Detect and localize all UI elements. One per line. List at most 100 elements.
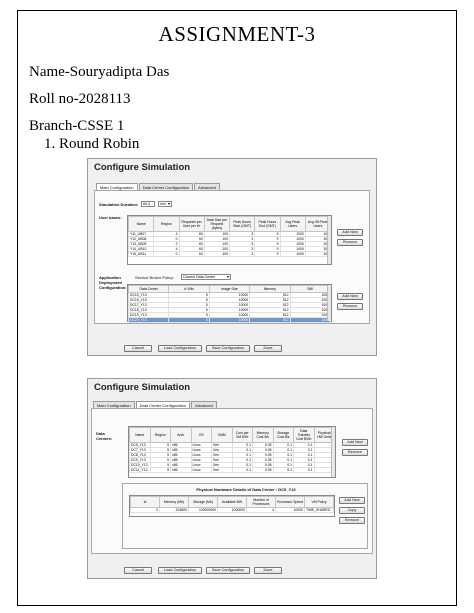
table-cell[interactable]: 0: [130, 507, 160, 513]
column-header: Processor Speed: [275, 496, 305, 508]
deployment-label: Configuration:: [99, 285, 127, 290]
table-cell[interactable]: 512: [249, 317, 291, 323]
copy-hardware-button[interactable]: Copy: [339, 507, 365, 514]
simulation-duration-label: Simulation Duration:: [99, 202, 139, 207]
done-button[interactable]: Done: [254, 345, 282, 352]
table-header-row: Data Center # VMs Image Size Memory BW: [127, 285, 332, 293]
column-header: Peak Hours End (GMT): [254, 216, 281, 232]
table-cell[interactable]: 204800: [159, 507, 189, 513]
column-header: Memory (Mb): [159, 496, 189, 508]
table-cell[interactable]: 1000000: [217, 507, 247, 513]
service-broker-select[interactable]: Closest Data Center: [181, 274, 231, 280]
user-bases-table[interactable]: Name Region Requests per User per Hr Dat…: [127, 215, 332, 265]
table-scrollbar[interactable]: [327, 285, 331, 321]
remove-user-base-button[interactable]: Remove: [337, 239, 363, 246]
load-configuration-button[interactable]: Load Configuration: [158, 567, 202, 574]
table-cell[interactable]: 0.1: [272, 467, 294, 473]
table-cell[interactable]: 0.1: [293, 467, 315, 473]
column-header: Name: [129, 427, 151, 443]
add-hardware-button[interactable]: Add New: [339, 497, 365, 504]
column-header: Id: [130, 496, 160, 508]
table-cell[interactable]: 9: [254, 251, 281, 257]
column-header: Avg Peak Users: [279, 216, 306, 232]
column-header: Cost per VM $/Hr: [231, 427, 253, 443]
name-line: Name-Souryadipta Das: [29, 64, 170, 80]
table-scrollbar[interactable]: [331, 427, 335, 477]
column-header: # VMs: [168, 285, 210, 293]
data-centers-label: Centers:: [96, 436, 113, 441]
column-header: Image Size: [208, 285, 251, 293]
save-configuration-button[interactable]: Save Configuration: [206, 345, 250, 352]
column-header: Region: [153, 216, 180, 232]
remove-data-center-button[interactable]: Remove: [342, 449, 368, 456]
physical-hardware-table[interactable]: Id Memory (Mb) Storage (Mb) Available BW…: [129, 495, 335, 517]
save-configuration-button[interactable]: Save Configuration: [206, 567, 250, 574]
window-header: Configure Simulation: [94, 162, 191, 173]
data-centers-table[interactable]: Name Region Arch OS VMM Cost per VM $/Hr…: [128, 426, 336, 478]
table-cell[interactable]: 0: [153, 251, 180, 257]
table-cell[interactable]: 0.05: [252, 467, 274, 473]
simulation-duration-input[interactable]: 60.0: [141, 201, 155, 207]
table-cell[interactable]: 4: [246, 507, 276, 513]
column-header: Memory Cost $/s: [252, 427, 274, 443]
table-cell[interactable]: Linux: [190, 467, 212, 473]
list-item-number: 1.: [44, 136, 56, 152]
column-header: Requests per User per Hr: [178, 216, 205, 232]
table-cell[interactable]: DC10_Y13: [129, 462, 151, 468]
list-item-text: Round Robin: [59, 136, 140, 152]
column-header: Peak Hours Start (GMT): [228, 216, 256, 232]
service-broker-label: Service Broker Policy:: [135, 275, 175, 280]
data-center-configuration-panel: Data Centers: Name Region Arch OS VMM Co…: [91, 408, 373, 554]
column-header: Data Center: [127, 285, 170, 293]
branch-line: Branch-CSSE 1: [29, 118, 125, 134]
column-header: Storage (Mb): [188, 496, 218, 508]
table-cell[interactable]: 1000: [289, 317, 332, 323]
column-header: Memory: [249, 285, 291, 293]
column-header: Data Transfer Cost $/Gb: [293, 427, 315, 443]
table-cell[interactable]: Xen: [211, 467, 233, 473]
column-header: BW: [289, 285, 332, 293]
duration-unit-select[interactable]: min: [158, 201, 172, 207]
table-cell[interactable]: 1000: [279, 251, 306, 257]
table-scrollbar[interactable]: [327, 216, 331, 264]
table-row[interactable]: DC11_Y135x86LinuxXen0.10.050.10.11: [129, 467, 335, 473]
cancel-button[interactable]: Cancel: [124, 567, 152, 574]
page-title: ASSIGNMENT-3: [158, 22, 316, 46]
table-cell[interactable]: x86: [170, 467, 192, 473]
table-cell[interactable]: DC11_Y13: [129, 467, 151, 473]
column-header: Number of Processors: [246, 496, 276, 508]
table-cell[interactable]: 0.1: [231, 467, 253, 473]
table-cell[interactable]: 60: [178, 251, 205, 257]
configure-simulation-window-datacenter: Configure Simulation Main Configuration …: [87, 378, 377, 579]
table-cell[interactable]: 5: [149, 467, 171, 473]
user-bases-label: User bases:: [99, 215, 122, 220]
cancel-button[interactable]: Cancel: [124, 345, 152, 352]
configure-simulation-window-main: Configure Simulation Main Configuration …: [87, 158, 377, 356]
table-cell[interactable]: 10000: [275, 507, 305, 513]
add-deployment-button[interactable]: Add New: [337, 293, 363, 300]
table-row[interactable]: Y15_UB11060100391000100: [127, 251, 332, 257]
table-row-selected[interactable]: DC20_Y13 5 10000 512 1000: [127, 317, 332, 323]
table-cell[interactable]: Y15_UB11: [127, 251, 155, 257]
remove-hardware-button[interactable]: Remove: [339, 517, 365, 524]
load-configuration-button[interactable]: Load Configuration: [158, 345, 202, 352]
remove-deployment-button[interactable]: Remove: [337, 303, 363, 310]
table-cell[interactable]: DC20_Y13: [127, 317, 170, 323]
add-data-center-button[interactable]: Add New: [342, 439, 368, 446]
table-cell[interactable]: 3: [228, 251, 256, 257]
column-header: Arch: [170, 427, 192, 443]
table-cell[interactable]: TIME_SHARED: [304, 507, 334, 513]
table-cell[interactable]: 5: [168, 317, 210, 323]
table-cell[interactable]: 10000: [208, 317, 251, 323]
add-user-base-button[interactable]: Add New: [337, 229, 363, 236]
table-cell[interactable]: 100000000: [188, 507, 218, 513]
table-cell[interactable]: 100: [203, 251, 231, 257]
done-button[interactable]: Done: [254, 567, 282, 574]
table-row[interactable]: 0 204800 100000000 1000000 4 10000 TIME_SHARED: [130, 507, 334, 513]
table-header-row: Name Region Requests per User per Hr Dat…: [127, 216, 332, 232]
list-item: 1. Round Robin: [44, 136, 139, 153]
physical-hardware-title: Physical Hardware Details of Data Center…: [196, 487, 296, 492]
column-header: VMM: [211, 427, 233, 443]
deployment-table[interactable]: Data Center # VMs Image Size Memory BW D…: [127, 284, 332, 323]
physical-hardware-panel: Physical Hardware Details of Data Center…: [122, 483, 368, 549]
